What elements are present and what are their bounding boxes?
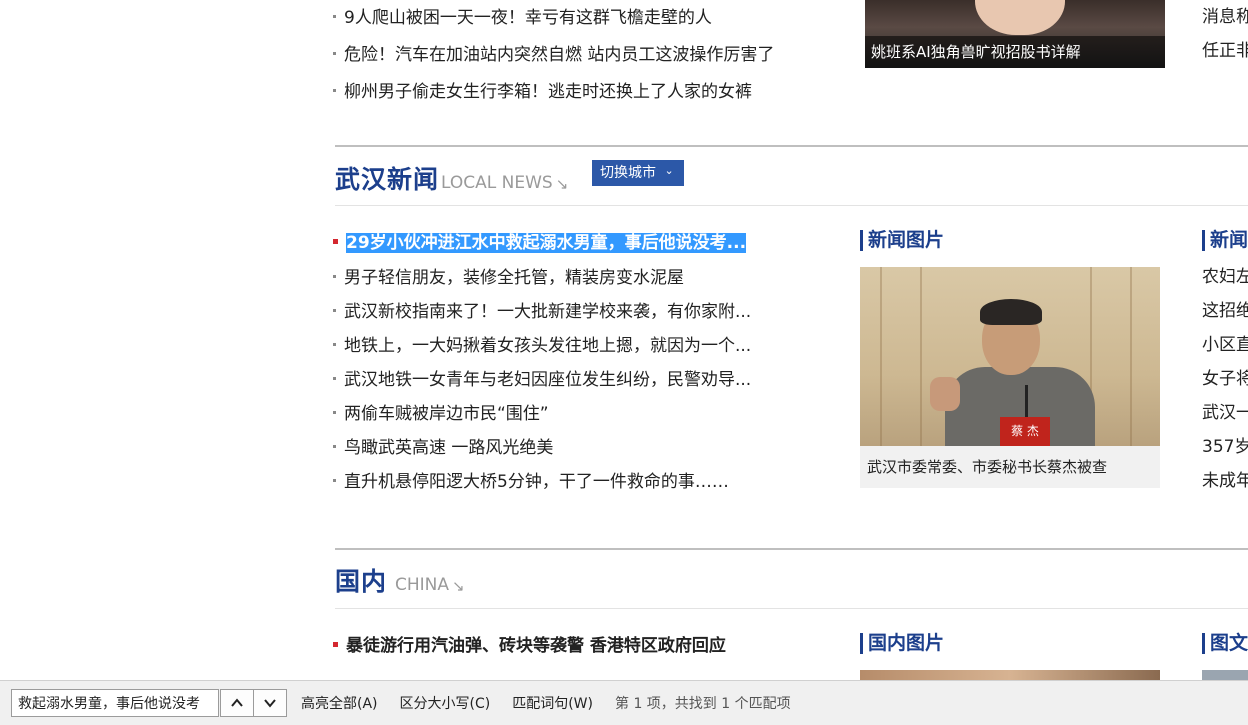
- bullet-icon: [333, 238, 338, 244]
- right-link[interactable]: 未成年: [1202, 464, 1248, 498]
- china-photo[interactable]: [860, 670, 1160, 680]
- find-status: 第 1 项，共找到 1 个匹配项: [615, 696, 791, 712]
- news-link[interactable]: 武汉地铁一女青年与老妇因座位发生纠纷，民警劝导...: [344, 370, 751, 390]
- section-rule: [335, 205, 1248, 206]
- wuhan-news-list: 29岁小伙冲进江水中救起溺水男童，事后他说没考... 男子轻信朋友，装修全托管，…: [333, 225, 823, 499]
- news-link[interactable]: 武汉新校指南来了！一大批新建学校来袭，有你家附...: [344, 302, 751, 322]
- headline-item[interactable]: 29岁小伙冲进江水中救起溺水男童，事后他说没考...: [333, 225, 823, 261]
- top-news-list: 9人爬山被困一天一夜！幸亏有这群飞檐走壁的人 危险！汽车在加油站内突然自燃 站内…: [333, 0, 833, 111]
- highlight-all-option[interactable]: 高亮全部(A): [301, 693, 378, 713]
- whole-words-option[interactable]: 匹配词句(W): [512, 693, 593, 713]
- news-link[interactable]: 柳州男子偷走女生行李箱！逃走时还换上了人家的女裤: [344, 82, 752, 102]
- news-link[interactable]: 危险！汽车在加油站内突然自燃 站内员工这波操作厉害了: [344, 45, 774, 65]
- bullet-icon: [333, 410, 336, 414]
- photo-detail: [980, 299, 1042, 325]
- china-right-title[interactable]: 图文: [1202, 633, 1248, 654]
- news-link[interactable]: 鸟瞰武英高速 一路风光绝美: [344, 438, 553, 458]
- china-right-photo[interactable]: [1202, 670, 1248, 680]
- chevron-up-icon: [231, 698, 243, 707]
- news-link[interactable]: 男子轻信朋友，装修全托管，精装房变水泥屋: [344, 268, 684, 288]
- section-title[interactable]: 国内: [335, 562, 387, 598]
- right-link[interactable]: 357岁: [1202, 430, 1248, 464]
- find-previous-button[interactable]: [220, 689, 254, 717]
- bullet-icon: [333, 51, 336, 55]
- news-link[interactable]: 两偷车贼被岸边市民“围住”: [344, 404, 549, 424]
- list-item[interactable]: 直升机悬停阳逻大桥5分钟，干了一件救命的事……: [333, 465, 823, 499]
- news-photo-card[interactable]: 蔡 杰 武汉市委常委、市委秘书长蔡杰被查: [860, 267, 1160, 488]
- right-link[interactable]: 小区直: [1202, 328, 1248, 362]
- list-item[interactable]: 地铁上，一大妈揪着女孩头发往地上摁，就因为一个...: [333, 329, 823, 363]
- right-section-title[interactable]: 新闻: [1202, 230, 1248, 251]
- section-subtitle: LOCAL NEWS: [441, 173, 553, 193]
- bullet-icon: [333, 342, 336, 346]
- list-item[interactable]: 9人爬山被困一天一夜！幸亏有这群飞檐走壁的人: [333, 0, 833, 37]
- china-photo-title[interactable]: 国内图片: [860, 633, 944, 654]
- news-photo-caption[interactable]: 武汉市委常委、市委秘书长蔡杰被查: [867, 446, 1157, 488]
- bullet-icon: [333, 641, 338, 647]
- right-link[interactable]: 这招绝: [1202, 294, 1248, 328]
- arrow-icon: ↘: [452, 577, 465, 595]
- arrow-icon: ↘: [555, 175, 569, 193]
- section-subtitle: CHINA: [395, 575, 450, 595]
- bullet-icon: [333, 274, 336, 278]
- list-item[interactable]: 柳州男子偷走女生行李箱！逃走时还换上了人家的女裤: [333, 74, 833, 111]
- news-link[interactable]: 直升机悬停阳逻大桥5分钟，干了一件救命的事……: [344, 472, 729, 492]
- china-section-header: 国内 CHINA ↘: [335, 562, 465, 598]
- button-label: 切换城市: [600, 165, 656, 181]
- top-photo-caption[interactable]: 姚班系AI独角兽旷视招股书详解: [865, 36, 1165, 68]
- match-case-option[interactable]: 区分大小写(C): [400, 693, 491, 713]
- right-link[interactable]: 女子将: [1202, 362, 1248, 396]
- photo-detail: [1025, 385, 1028, 419]
- wuhan-section-header: 武汉新闻 LOCAL NEWS ↘: [335, 160, 568, 196]
- photo-detail: [930, 377, 960, 411]
- section-title[interactable]: 武汉新闻: [335, 160, 439, 196]
- switch-city-button[interactable]: 切换城市 ⌄: [592, 160, 684, 186]
- bullet-icon: [333, 444, 336, 448]
- find-bar: 高亮全部(A) 区分大小写(C) 匹配词句(W) 第 1 项，共找到 1 个匹配…: [0, 680, 1248, 725]
- bullet-icon: [333, 88, 336, 92]
- china-news-list: 暴徒游行用汽油弹、砖块等袭警 香港特区政府回应: [333, 628, 823, 664]
- section-rule: [335, 608, 1248, 609]
- photo-detail: [880, 267, 882, 446]
- list-item[interactable]: 危险！汽车在加油站内突然自燃 站内员工这波操作厉害了: [333, 37, 833, 74]
- headline-item[interactable]: 暴徒游行用汽油弹、砖块等袭警 香港特区政府回应: [333, 628, 823, 664]
- list-item[interactable]: 武汉地铁一女青年与老妇因座位发生纠纷，民警劝导...: [333, 363, 823, 397]
- top-right-column: 消息称 任正非: [1202, 0, 1248, 68]
- find-input[interactable]: [11, 689, 219, 717]
- right-link[interactable]: 农妇左: [1202, 260, 1248, 294]
- headline-link[interactable]: 29岁小伙冲进江水中救起溺水男童，事后他说没考...: [346, 233, 747, 253]
- web-page: 9人爬山被困一天一夜！幸亏有这群飞檐走壁的人 危险！汽车在加油站内突然自燃 站内…: [0, 0, 1248, 680]
- news-photo-title[interactable]: 新闻图片: [860, 230, 944, 251]
- top-photo[interactable]: 姚班系AI独角兽旷视招股书详解: [865, 0, 1165, 68]
- news-link[interactable]: 地铁上，一大妈揪着女孩头发往地上摁，就因为一个...: [344, 336, 751, 356]
- right-link[interactable]: 武汉一: [1202, 396, 1248, 430]
- photo-face: [975, 0, 1065, 35]
- news-photo[interactable]: 蔡 杰: [860, 267, 1160, 446]
- chevron-down-icon: ⌄: [664, 164, 674, 177]
- right-link[interactable]: 任正非: [1202, 34, 1248, 68]
- name-sign: 蔡 杰: [1000, 417, 1050, 446]
- right-link[interactable]: 消息称: [1202, 0, 1248, 34]
- list-item[interactable]: 鸟瞰武英高速 一路风光绝美: [333, 431, 823, 465]
- section-divider: [335, 145, 1248, 147]
- section-divider: [335, 548, 1248, 550]
- headline-link[interactable]: 暴徒游行用汽油弹、砖块等袭警 香港特区政府回应: [346, 636, 726, 656]
- right-news-column: 农妇左 这招绝 小区直 女子将 武汉一 357岁 未成年: [1202, 260, 1248, 498]
- list-item[interactable]: 武汉新校指南来了！一大批新建学校来袭，有你家附...: [333, 295, 823, 329]
- news-link[interactable]: 9人爬山被困一天一夜！幸亏有这群飞檐走壁的人: [344, 8, 712, 28]
- photo-detail: [920, 267, 922, 446]
- list-item[interactable]: 两偷车贼被岸边市民“围住”: [333, 397, 823, 431]
- chevron-down-icon: [264, 699, 276, 708]
- bullet-icon: [333, 308, 336, 312]
- list-item[interactable]: 男子轻信朋友，装修全托管，精装房变水泥屋: [333, 261, 823, 295]
- bullet-icon: [333, 376, 336, 380]
- bullet-icon: [333, 14, 336, 18]
- find-next-button[interactable]: [253, 689, 287, 717]
- photo-detail: [1130, 267, 1132, 446]
- bullet-icon: [333, 478, 336, 482]
